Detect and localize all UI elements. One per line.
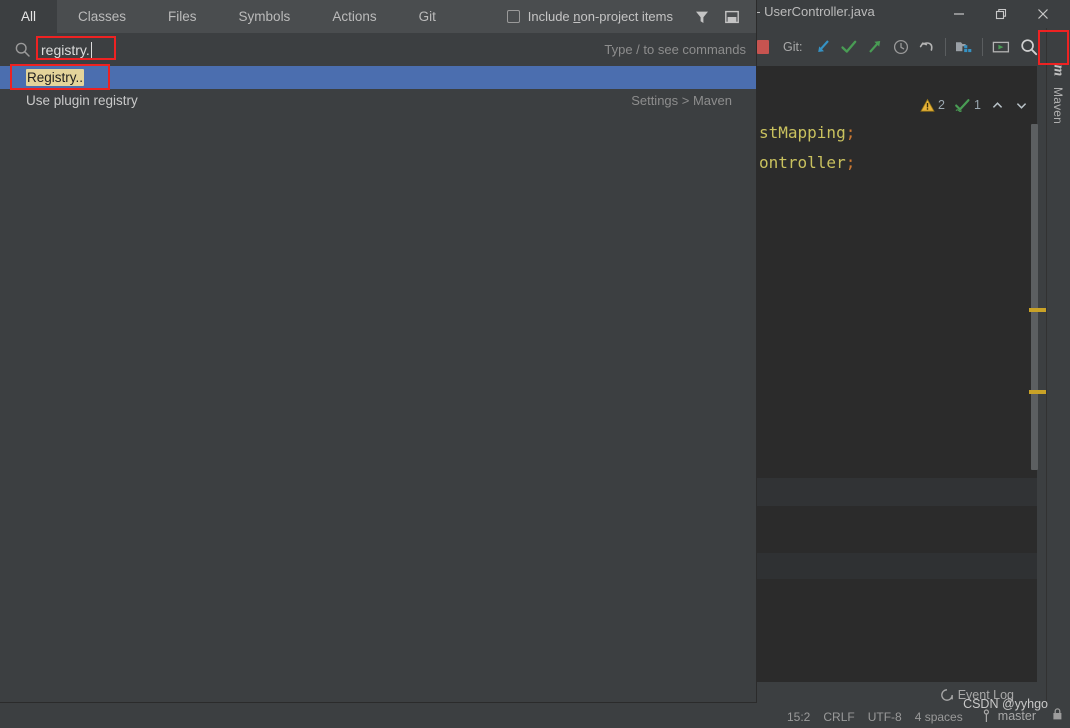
csdn-watermark: CSDN @yyhgo <box>963 697 1048 711</box>
checkbox-box[interactable] <box>506 10 520 23</box>
right-tool-stripe <box>1046 28 1070 728</box>
git-toolbar-label: Git: <box>783 40 803 54</box>
weak-warning-count: 1 <box>973 98 981 112</box>
editor-band <box>757 478 1037 506</box>
editor-vertical-scrollbar[interactable] <box>1031 124 1038 470</box>
window-controls <box>938 0 1064 28</box>
pin-window-icon[interactable] <box>717 0 747 33</box>
minimize-button[interactable] <box>938 0 980 28</box>
text-caret <box>90 41 92 58</box>
tab-actions[interactable]: Actions <box>311 0 397 33</box>
chevron-up-icon <box>992 101 1003 108</box>
caret-position[interactable]: 15:2 <box>787 710 810 724</box>
maven-icon: m <box>1050 64 1067 77</box>
git-branch-widget[interactable]: master <box>983 709 1036 723</box>
commit-icon[interactable] <box>836 34 862 60</box>
search-results-list[interactable]: Registry.. Use plugin registry Settings … <box>0 66 756 702</box>
sidebar-item-maven[interactable]: m Maven <box>1046 62 1070 124</box>
code-line: ontroller; <box>759 153 856 172</box>
run-configurations-icon[interactable] <box>988 34 1014 60</box>
search-everywhere-tabs: All Classes Files Symbols Actions Git In… <box>0 0 756 33</box>
close-button[interactable] <box>1022 0 1064 28</box>
branch-label: master <box>997 709 1036 723</box>
stop-icon[interactable] <box>757 40 769 54</box>
lock-icon[interactable] <box>1051 707 1064 726</box>
toolbar-separator <box>945 38 947 56</box>
chevron-down-icon <box>1016 102 1027 109</box>
include-non-project-items-checkbox[interactable]: Include non-project items <box>506 9 673 24</box>
search-everywhere-popup: All Classes Files Symbols Actions Git In… <box>0 0 757 703</box>
branch-icon <box>983 709 989 722</box>
include-non-project-items-label: Include non-project items <box>527 9 673 24</box>
warning-icon <box>920 98 935 112</box>
results-empty-area <box>0 112 756 702</box>
tab-all[interactable]: All <box>0 0 58 33</box>
tab-classes[interactable]: Classes <box>57 0 147 33</box>
filter-icon[interactable] <box>687 0 717 33</box>
sidebar-item-label: Maven <box>1051 87 1065 125</box>
search-commands-hint: Type / to see commands <box>604 42 746 57</box>
tab-git[interactable]: Git <box>398 0 457 33</box>
match-highlight: Registry.. <box>26 69 85 86</box>
search-everywhere-input-row[interactable]: registry. Type / to see commands <box>0 33 756 66</box>
result-label: Use plugin registry <box>26 93 138 108</box>
editor-band-2 <box>757 553 1037 579</box>
restore-button[interactable] <box>980 0 1022 28</box>
indent-setting[interactable]: 4 spaces <box>915 710 963 724</box>
rollback-icon[interactable] <box>914 34 940 60</box>
code-line: stMapping; <box>759 123 856 142</box>
tab-files[interactable]: Files <box>147 0 218 33</box>
update-project-icon[interactable] <box>810 34 836 60</box>
toolbar-separator-2 <box>982 38 984 56</box>
tab-symbols[interactable]: Symbols <box>218 0 312 33</box>
push-icon[interactable] <box>862 34 888 60</box>
search-input[interactable]: registry. <box>41 41 92 58</box>
screen-root: ] - UserController.java Git: 2 1 stMappi… <box>0 0 1070 728</box>
search-everywhere-tab-actions: Include non-project items <box>506 0 756 33</box>
file-encoding[interactable]: UTF-8 <box>868 710 902 724</box>
window-title: ] - UserController.java <box>749 4 875 19</box>
weak-warning-icon <box>955 98 970 112</box>
project-structure-icon[interactable] <box>951 34 977 60</box>
history-icon[interactable] <box>888 34 914 60</box>
search-everywhere-icon[interactable] <box>1016 34 1042 60</box>
search-icon <box>14 41 31 58</box>
warning-count: 2 <box>938 98 945 112</box>
inspection-summary: 2 1 <box>920 94 1029 116</box>
main-toolbar: Git: <box>757 28 1070 66</box>
result-location: Settings > Maven <box>631 93 732 108</box>
code-text-area[interactable]: stMapping; ontroller; <box>757 118 1037 682</box>
event-log-icon <box>940 689 953 701</box>
line-separator[interactable]: CRLF <box>823 710 854 724</box>
list-item[interactable]: Use plugin registry Settings > Maven <box>0 89 756 112</box>
list-item[interactable]: Registry.. <box>0 66 756 89</box>
